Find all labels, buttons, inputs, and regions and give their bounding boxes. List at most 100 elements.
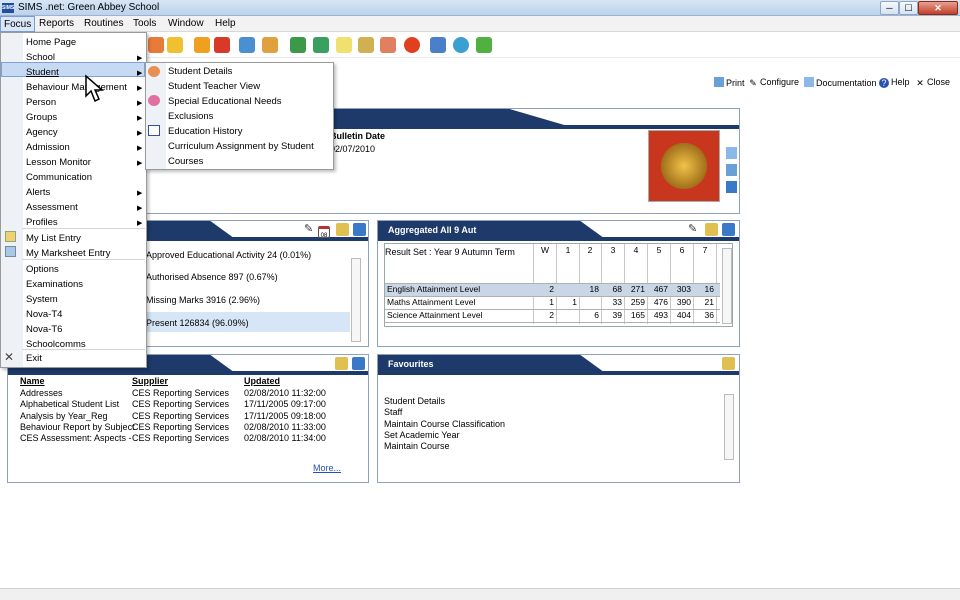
- agg-cell[interactable]: 493: [649, 310, 668, 320]
- agg-cell[interactable]: 476: [649, 297, 668, 307]
- student-menu-item-student-teacher-view[interactable]: Student Teacher View: [168, 81, 260, 92]
- favourite-item[interactable]: Maintain Course Classification: [384, 419, 505, 429]
- printer-icon[interactable]: [705, 223, 718, 236]
- agg-row-label[interactable]: Maths Attainment Level: [387, 297, 475, 307]
- agg-cell[interactable]: 467: [649, 284, 668, 294]
- report-name[interactable]: Behaviour Report by Subject: [20, 422, 135, 432]
- agg-cell[interactable]: 36: [695, 310, 714, 320]
- menu-routines[interactable]: Routines: [84, 18, 123, 29]
- focus-menu-item-exit[interactable]: Exit: [26, 353, 42, 364]
- agg-cell[interactable]: 6: [580, 310, 599, 320]
- student-menu-item-exclusions[interactable]: Exclusions: [168, 111, 213, 122]
- toolbar-contacts-icon[interactable]: [380, 37, 396, 53]
- favourite-item[interactable]: Set Academic Year: [384, 430, 460, 440]
- agg-cell[interactable]: 2: [535, 310, 554, 320]
- document-icon[interactable]: [726, 147, 737, 159]
- toolbar-globe-icon[interactable]: [453, 37, 469, 53]
- student-menu-item-special-educational-needs[interactable]: Special Educational Needs: [168, 96, 282, 107]
- student-menu-item-courses[interactable]: Courses: [168, 156, 203, 167]
- help-button[interactable]: ? Help: [879, 77, 910, 88]
- focus-menu-item-options[interactable]: Options: [26, 264, 59, 275]
- toolbar-flag-icon[interactable]: [214, 37, 230, 53]
- toolbar-edit-icon[interactable]: [358, 37, 374, 53]
- favourites-scrollbar[interactable]: [724, 394, 734, 460]
- printer-icon[interactable]: [336, 223, 349, 236]
- focus-menu-item-my-marksheet-entry[interactable]: My Marksheet Entry: [26, 248, 110, 259]
- report-name[interactable]: CES Assessment: Aspects -: [20, 433, 132, 443]
- calendar-icon[interactable]: 08: [318, 226, 330, 239]
- toolbar-chart-icon[interactable]: [290, 37, 306, 53]
- menu-help[interactable]: Help: [215, 18, 236, 29]
- wrench-icon[interactable]: ✎: [304, 223, 317, 236]
- toolbar-mail-icon[interactable]: [239, 37, 255, 53]
- reports-header-updated[interactable]: Updated: [244, 376, 280, 386]
- agg-cell[interactable]: 303: [672, 284, 691, 294]
- agg-cell[interactable]: 21: [695, 297, 714, 307]
- configure-button[interactable]: ✎ Configure: [748, 77, 799, 88]
- window-close-button[interactable]: ✕: [918, 1, 958, 15]
- report-name[interactable]: Addresses: [20, 388, 63, 398]
- toolbar-clock-icon[interactable]: [404, 37, 420, 53]
- menu-window[interactable]: Window: [168, 18, 204, 29]
- aggregated-scrollbar[interactable]: [722, 248, 732, 324]
- toolbar-comms-icon[interactable]: [476, 37, 492, 53]
- printer-icon[interactable]: [335, 357, 348, 370]
- expand-icon[interactable]: [726, 181, 737, 193]
- agg-cell[interactable]: 259: [626, 297, 645, 307]
- focus-menu-item-lesson-monitor[interactable]: Lesson Monitor: [26, 157, 91, 168]
- menu-reports[interactable]: Reports: [39, 18, 74, 29]
- agg-cell[interactable]: 390: [672, 297, 691, 307]
- agg-cell[interactable]: 16: [695, 284, 714, 294]
- toolbar-transfer-icon[interactable]: [430, 37, 446, 53]
- focus-menu-item-communication[interactable]: Communication: [26, 172, 92, 183]
- minimize-button[interactable]: ─: [880, 1, 899, 15]
- menu-focus[interactable]: Focus: [0, 16, 36, 32]
- focus-menu-item-groups[interactable]: Groups: [26, 112, 57, 123]
- attendance-item[interactable]: Present 126834 (96.09%): [146, 318, 249, 328]
- focus-menu-item-nova-t4[interactable]: Nova-T4: [26, 309, 62, 320]
- focus-menu-item-assessment[interactable]: Assessment: [26, 202, 78, 213]
- agg-cell[interactable]: 68: [603, 284, 622, 294]
- close-button[interactable]: ✕ Close: [915, 77, 950, 88]
- toolbar-notes-icon[interactable]: [336, 37, 352, 53]
- toolbar-student-icon[interactable]: [148, 37, 164, 53]
- focus-menu-item-nova-t6[interactable]: Nova-T6: [26, 324, 62, 335]
- favourite-item[interactable]: Staff: [384, 407, 402, 417]
- reports-header-name[interactable]: Name: [20, 376, 45, 386]
- attendance-scrollbar[interactable]: [351, 258, 361, 342]
- agg-row-label[interactable]: English Attainment Level: [387, 284, 480, 294]
- more-link[interactable]: More...: [313, 463, 341, 473]
- documentation-button[interactable]: Documentation: [804, 77, 877, 88]
- favourite-item[interactable]: Student Details: [384, 396, 445, 406]
- expand-icon[interactable]: [722, 223, 735, 236]
- student-menu-item-education-history[interactable]: Education History: [168, 126, 242, 137]
- agg-cell[interactable]: 39: [603, 310, 622, 320]
- toolbar-person-icon[interactable]: [167, 37, 183, 53]
- focus-menu-item-admission[interactable]: Admission: [26, 142, 70, 153]
- favourite-item[interactable]: Maintain Course: [384, 441, 450, 451]
- toolbar-book-icon[interactable]: [194, 37, 210, 53]
- toolbar-assessment-icon[interactable]: [313, 37, 329, 53]
- agg-cell[interactable]: 2: [535, 284, 554, 294]
- agg-cell[interactable]: 18: [580, 284, 599, 294]
- focus-menu-item-behaviour-management[interactable]: Behaviour Management: [26, 82, 127, 93]
- report-name[interactable]: Analysis by Year_Reg: [20, 411, 108, 421]
- attendance-item[interactable]: Authorised Absence 897 (0.67%): [146, 272, 278, 282]
- printer-icon[interactable]: [722, 357, 735, 370]
- reports-header-supplier[interactable]: Supplier: [132, 376, 168, 386]
- focus-menu-item-my-list-entry[interactable]: My List Entry: [26, 233, 81, 244]
- agg-cell[interactable]: 33: [603, 297, 622, 307]
- menu-tools[interactable]: Tools: [133, 18, 156, 29]
- expand-icon[interactable]: [352, 357, 365, 370]
- expand-icon[interactable]: [353, 223, 366, 236]
- agg-cell[interactable]: 1: [535, 297, 554, 307]
- toolbar-people-icon[interactable]: [262, 37, 278, 53]
- attendance-item[interactable]: Approved Educational Activity 24 (0.01%): [146, 250, 311, 260]
- agg-cell[interactable]: 1: [558, 297, 577, 307]
- print-button[interactable]: Print: [714, 77, 745, 88]
- maximize-button[interactable]: ☐: [899, 1, 918, 15]
- focus-menu-item-examinations[interactable]: Examinations: [26, 279, 83, 290]
- agg-row-label[interactable]: Science Attainment Level: [387, 310, 482, 320]
- printer-icon[interactable]: [726, 164, 737, 176]
- student-menu-item-curriculum-assignment-by-student[interactable]: Curriculum Assignment by Student: [168, 141, 314, 152]
